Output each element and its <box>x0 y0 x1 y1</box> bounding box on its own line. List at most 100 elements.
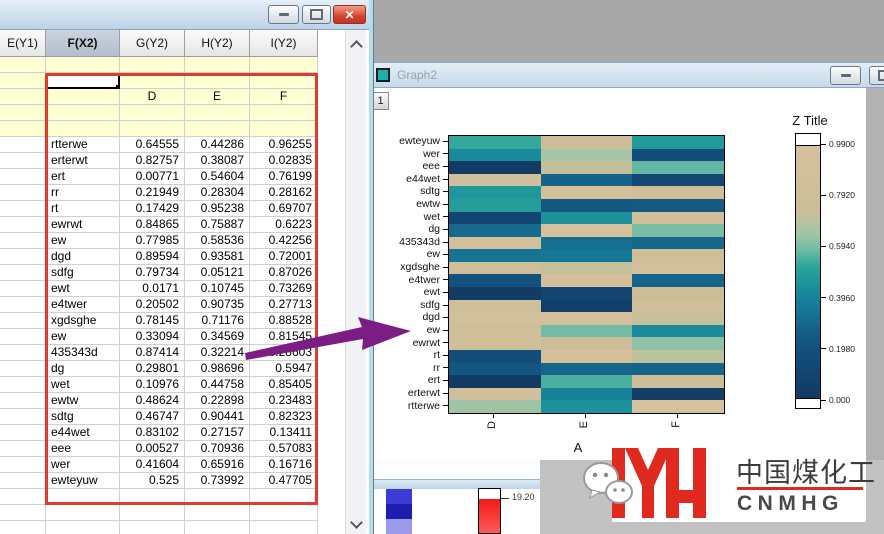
row-name-cell[interactable]: ewt <box>46 281 120 297</box>
value-cell[interactable]: 0.79734 <box>120 265 185 281</box>
value-cell[interactable]: 0.76199 <box>250 169 318 185</box>
worksheet-row[interactable] <box>0 105 345 121</box>
worksheet-cell[interactable] <box>0 489 46 505</box>
row-name-cell[interactable]: dgd <box>46 249 120 265</box>
value-cell[interactable]: 0.0171 <box>120 281 185 297</box>
worksheet-row[interactable]: ewtw0.486240.228980.23483 <box>0 393 345 409</box>
value-cell[interactable]: 0.73269 <box>250 281 318 297</box>
value-cell[interactable]: 0.85405 <box>250 377 318 393</box>
heatmap-plot[interactable] <box>448 135 725 414</box>
worksheet-cell[interactable] <box>250 73 318 89</box>
worksheet-row[interactable] <box>0 489 345 505</box>
worksheet-row[interactable]: ewrwt0.848650.758870.6223 <box>0 217 345 233</box>
worksheet-cell[interactable] <box>120 505 185 521</box>
value-cell[interactable]: 0.23483 <box>250 393 318 409</box>
worksheet-cell[interactable] <box>120 105 185 121</box>
value-cell[interactable]: 0.44286 <box>185 137 250 153</box>
worksheet-cell[interactable] <box>185 489 250 505</box>
worksheet-row[interactable]: ert0.007710.546040.76199 <box>0 169 345 185</box>
value-cell[interactable]: 0.84865 <box>120 217 185 233</box>
worksheet-cell[interactable] <box>0 201 46 217</box>
value-cell[interactable]: 0.05121 <box>185 265 250 281</box>
row-name-cell[interactable]: wer <box>46 457 120 473</box>
worksheet-cell[interactable] <box>0 313 46 329</box>
value-cell[interactable]: 0.38087 <box>185 153 250 169</box>
worksheet-row[interactable]: sdtg0.467470.904410.82323 <box>0 409 345 425</box>
value-cell[interactable]: 0.525 <box>120 473 185 489</box>
worksheet-cell[interactable] <box>0 105 46 121</box>
row-name-cell[interactable]: 435343d <box>46 345 120 361</box>
worksheet-cell[interactable] <box>0 393 46 409</box>
scroll-up-icon[interactable] <box>350 40 363 53</box>
value-cell[interactable]: 0.82323 <box>250 409 318 425</box>
worksheet-row[interactable] <box>0 57 345 73</box>
worksheet-cell[interactable] <box>120 73 185 89</box>
value-cell[interactable]: 0.46747 <box>120 409 185 425</box>
row-name-cell[interactable]: rt <box>46 201 120 217</box>
worksheet-cell[interactable] <box>250 121 318 137</box>
graph-minimize-button[interactable] <box>830 66 861 85</box>
worksheet-cell[interactable] <box>120 57 185 73</box>
worksheet-row[interactable]: dg0.298010.986960.5947 <box>0 361 345 377</box>
column-header-G[interactable]: G(Y2) <box>120 30 185 57</box>
long-name-D[interactable]: D <box>120 89 185 105</box>
worksheet-cell[interactable] <box>185 105 250 121</box>
worksheet-cell[interactable] <box>0 153 46 169</box>
worksheet-close-button[interactable]: ✕ <box>333 5 366 24</box>
worksheet-row[interactable]: xgdsghe0.781450.711760.88528 <box>0 313 345 329</box>
worksheet-row[interactable]: e44wet0.831020.271570.13411 <box>0 425 345 441</box>
worksheet-row[interactable]: e4twer0.205020.907350.27713 <box>0 297 345 313</box>
row-name-cell[interactable]: erterwt <box>46 153 120 169</box>
value-cell[interactable]: 0.95238 <box>185 201 250 217</box>
worksheet-cell[interactable] <box>0 505 46 521</box>
long-name-F[interactable]: F <box>250 89 318 105</box>
column-header-H[interactable]: H(Y2) <box>185 30 250 57</box>
graph-window-titlebar[interactable]: Graph2 <box>370 62 884 88</box>
value-cell[interactable]: 0.44758 <box>185 377 250 393</box>
worksheet-cell[interactable] <box>0 457 46 473</box>
worksheet-cell[interactable] <box>46 57 120 73</box>
worksheet-cell[interactable] <box>0 297 46 313</box>
value-cell[interactable]: 0.69707 <box>250 201 318 217</box>
worksheet-row[interactable] <box>0 521 345 534</box>
value-cell[interactable]: 0.88528 <box>250 313 318 329</box>
value-cell[interactable]: 0.6223 <box>250 217 318 233</box>
worksheet-cell[interactable] <box>0 473 46 489</box>
value-cell[interactable]: 0.10976 <box>120 377 185 393</box>
worksheet-row[interactable] <box>0 505 345 521</box>
worksheet-row[interactable]: rtterwe0.645550.442860.96255 <box>0 137 345 153</box>
column-header-I[interactable]: I(Y2) <box>250 30 318 57</box>
row-name-cell[interactable]: ewrwt <box>46 217 120 233</box>
value-cell[interactable]: 0.93581 <box>185 249 250 265</box>
worksheet-cell[interactable] <box>0 361 46 377</box>
worksheet-cell[interactable] <box>120 521 185 534</box>
row-name-cell[interactable]: xgdsghe <box>46 313 120 329</box>
worksheet-body[interactable]: DEFrtterwe0.645550.442860.96255erterwt0.… <box>0 57 345 534</box>
worksheet-row[interactable] <box>0 73 345 89</box>
value-cell[interactable]: 0.64555 <box>120 137 185 153</box>
worksheet-row[interactable]: sdfg0.797340.051210.87026 <box>0 265 345 281</box>
worksheet-cell[interactable] <box>0 169 46 185</box>
value-cell[interactable]: 0.10745 <box>185 281 250 297</box>
value-cell[interactable]: 0.41604 <box>120 457 185 473</box>
worksheet-row[interactable]: rr0.219490.283040.28162 <box>0 185 345 201</box>
worksheet-row[interactable]: 435343d0.874140.322140.28603 <box>0 345 345 361</box>
value-cell[interactable]: 0.17429 <box>120 201 185 217</box>
column-header-E[interactable]: E(Y1) <box>0 30 46 57</box>
value-cell[interactable]: 0.32214 <box>185 345 250 361</box>
value-cell[interactable]: 0.20502 <box>120 297 185 313</box>
value-cell[interactable]: 0.00527 <box>120 441 185 457</box>
value-cell[interactable]: 0.87414 <box>120 345 185 361</box>
worksheet-cell[interactable] <box>0 265 46 281</box>
value-cell[interactable]: 0.70936 <box>185 441 250 457</box>
column-header-F-selected[interactable]: F(X2) <box>46 30 120 57</box>
value-cell[interactable]: 0.00771 <box>120 169 185 185</box>
worksheet-cell[interactable] <box>0 409 46 425</box>
value-cell[interactable]: 0.57083 <box>250 441 318 457</box>
worksheet-cell[interactable] <box>46 89 120 105</box>
worksheet-row[interactable]: rt0.174290.952380.69707 <box>0 201 345 217</box>
graph-maximize-button[interactable] <box>869 66 884 85</box>
row-name-cell[interactable]: wet <box>46 377 120 393</box>
worksheet-cell[interactable] <box>0 185 46 201</box>
worksheet-cell[interactable] <box>0 73 46 89</box>
